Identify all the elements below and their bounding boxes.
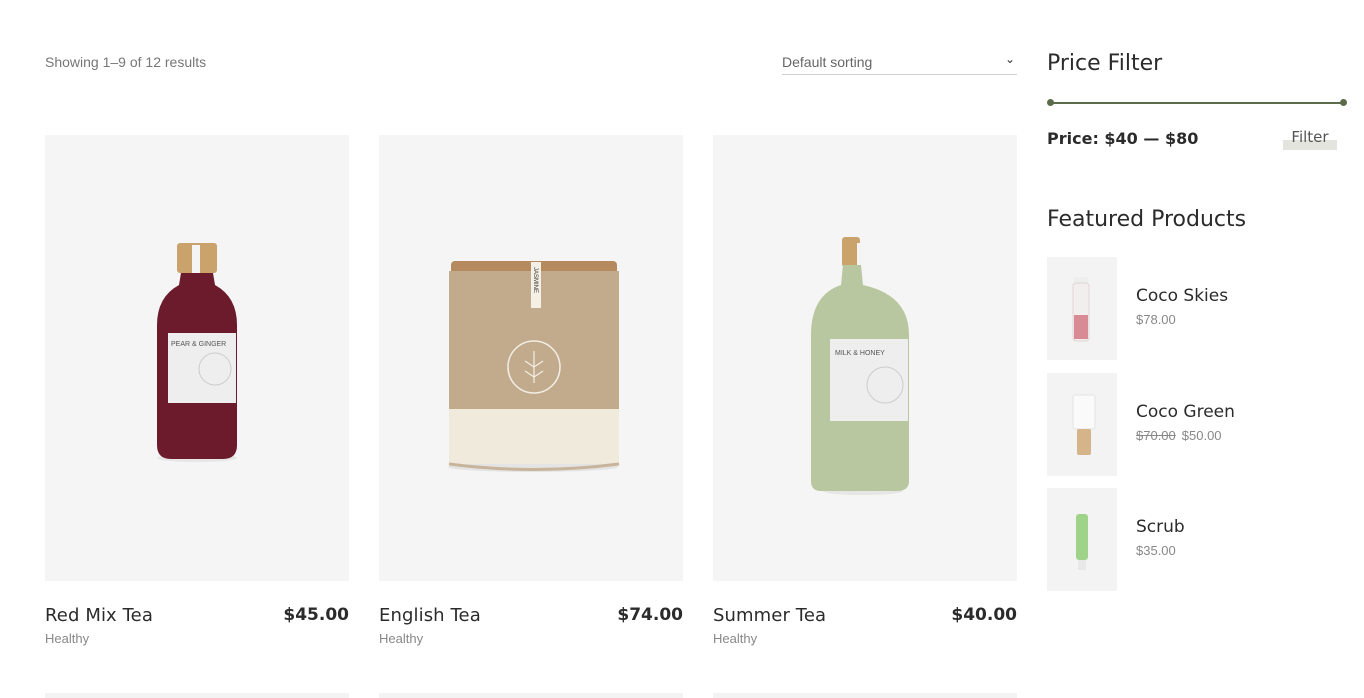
featured-product: Scrub $35.00 <box>1047 488 1347 591</box>
price-slider-min-handle[interactable] <box>1047 99 1054 106</box>
featured-products-title: Featured Products <box>1047 207 1247 232</box>
product-name[interactable]: English Tea <box>379 605 481 626</box>
featured-product-current-price: $78.00 <box>1136 312 1176 327</box>
featured-product-price: $78.00 <box>1136 312 1176 327</box>
product-price: $40.00 <box>951 605 1017 625</box>
featured-product-name[interactable]: Scrub <box>1136 517 1185 537</box>
featured-product-name[interactable]: Coco Skies <box>1136 286 1228 306</box>
product-image[interactable] <box>45 693 349 698</box>
featured-product-price: $70.00 $50.00 <box>1136 428 1222 443</box>
product-name[interactable]: Red Mix Tea <box>45 605 153 626</box>
product-price: $45.00 <box>283 605 349 625</box>
featured-product-old-price: $70.00 <box>1136 428 1176 443</box>
product-name[interactable]: Summer Tea <box>713 605 826 626</box>
product-image[interactable] <box>379 693 683 698</box>
product-image[interactable]: JASMINE <box>379 135 683 581</box>
featured-product: Coco Skies $78.00 <box>1047 257 1347 360</box>
product-image[interactable] <box>713 693 1017 698</box>
bottle-label-text: PEAR & GINGER <box>171 341 226 348</box>
price-range-text: Price: $40 — $80 <box>1047 129 1199 148</box>
bottle-label-text: MILK & HONEY <box>835 350 885 357</box>
jar-label-text: JASMINE <box>532 267 538 293</box>
featured-product: Coco Green $70.00 $50.00 <box>1047 373 1347 476</box>
sorting-selected-label: Default sorting <box>782 54 873 70</box>
product-category[interactable]: Healthy <box>379 631 423 646</box>
product-category[interactable]: Healthy <box>45 631 89 646</box>
product-category[interactable]: Healthy <box>713 631 757 646</box>
featured-product-price: $35.00 <box>1136 543 1176 558</box>
featured-product-image[interactable] <box>1047 373 1117 476</box>
product-card: MILK & HONEY Summer Tea $40.00 Healthy <box>713 135 1017 646</box>
product-card: JASMINE English Tea $74.00 Healthy <box>379 135 683 646</box>
price-filter-title: Price Filter <box>1047 51 1163 76</box>
featured-product-image[interactable] <box>1047 257 1117 360</box>
price-slider-track[interactable] <box>1050 102 1344 104</box>
price-slider-max-handle[interactable] <box>1340 99 1347 106</box>
product-price: $74.00 <box>617 605 683 625</box>
results-count: Showing 1–9 of 12 results <box>45 54 207 70</box>
product-image[interactable]: PEAR & GINGER <box>45 135 349 581</box>
product-image[interactable]: MILK & HONEY <box>713 135 1017 581</box>
featured-product-image[interactable] <box>1047 488 1117 591</box>
chevron-down-icon: ⌄ <box>1004 52 1015 66</box>
filter-button[interactable]: Filter <box>1283 128 1337 150</box>
featured-product-name[interactable]: Coco Green <box>1136 402 1235 422</box>
product-card: PEAR & GINGER Red Mix Tea $45.00 Healthy <box>45 135 349 646</box>
featured-product-current-price: $35.00 <box>1136 543 1176 558</box>
featured-product-current-price: $50.00 <box>1181 428 1222 443</box>
sorting-select[interactable]: Default sorting ⌄ <box>782 52 1017 75</box>
